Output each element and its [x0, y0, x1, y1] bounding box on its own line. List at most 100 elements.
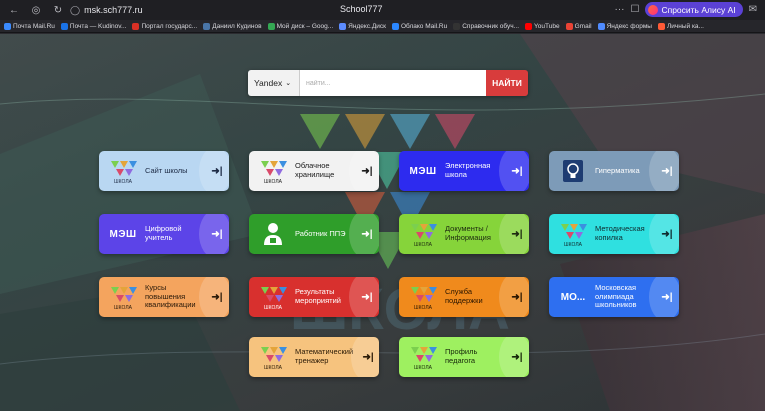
worker-logo [257, 220, 289, 248]
bookmark-item[interactable]: Портал государс... [132, 22, 197, 30]
bookmark-favicon-icon [203, 22, 211, 30]
tile-label: Служба поддержки [445, 287, 483, 305]
enter-arrow-icon: ➜| [511, 291, 523, 303]
tile-link[interactable]: ШКОЛА Сайт школы ➜| [99, 151, 229, 191]
search-button[interactable]: НАЙТИ [486, 70, 528, 96]
tile-label: Сайт школы [145, 165, 188, 175]
mesh-text: МЭШ [109, 228, 137, 240]
bookmark-favicon-icon [657, 22, 665, 30]
bookmark-item[interactable]: Справочник обуч... [453, 22, 520, 30]
tile-link[interactable]: ШКОЛА Документы / Информация ➜| [399, 214, 529, 254]
bookmark-item[interactable]: Яндекс.Диск [339, 22, 386, 30]
tile-enter-button[interactable]: ➜| [499, 151, 529, 191]
school-logo-caption: ШКОЛА [264, 305, 283, 311]
tile-enter-button[interactable]: ➜| [349, 277, 379, 317]
bookmarks-bar: Почта Mail.Ru Почта — Kudinov... Портал го… [0, 20, 765, 33]
bookmark-item[interactable]: Даниил Кудинов [203, 22, 262, 30]
tile-label: Работник ППЭ [295, 228, 346, 238]
bookmark-item[interactable]: Яндекс формы [597, 22, 652, 30]
bookmark-item[interactable]: Облако Mail.Ru [391, 22, 448, 30]
tile-label: Облачное хранилище [295, 161, 335, 179]
back-icon[interactable]: ← [6, 2, 22, 18]
alice-button[interactable]: Спросить Алису AI [645, 2, 743, 17]
search-bar: Yandex ⌄ НАЙТИ [248, 70, 528, 96]
school-logo: ШКОЛА [407, 283, 439, 311]
window-title: School777 [340, 4, 383, 14]
bookmark-favicon-icon [453, 22, 461, 30]
enter-arrow-icon: ➜| [511, 351, 523, 363]
enter-arrow-icon: ➜| [661, 291, 673, 303]
more-icon[interactable]: ··· [614, 4, 624, 15]
tile-enter-button[interactable]: ➜| [649, 151, 679, 191]
tile-enter-button[interactable]: ➜| [351, 337, 379, 377]
tile-enter-button[interactable]: ➜| [349, 151, 379, 191]
tile-label: Курсы повышения квалификации [145, 283, 196, 310]
tile-link[interactable]: ШКОЛА Курсы повышения квалификации ➜| [99, 277, 229, 317]
reload-icon[interactable]: ↻ [50, 2, 66, 18]
tile-enter-button[interactable]: ➜| [649, 214, 679, 254]
profile-icon[interactable]: ◎ [28, 2, 44, 18]
tile-link[interactable]: МЭШ Цифровой учитель ➜| [99, 214, 229, 254]
school-logo-caption: ШКОЛА [264, 179, 283, 185]
bookmark-label: Мой диск – Goog... [276, 22, 334, 30]
tile-link[interactable]: Работник ППЭ ➜| [249, 214, 379, 254]
address-bar[interactable]: ◯ msk.sch777.ru [70, 5, 143, 16]
tile-enter-button[interactable]: ➜| [499, 214, 529, 254]
bookmark-label: YouTube [534, 22, 560, 30]
enter-arrow-icon: ➜| [661, 228, 673, 240]
search-engine-value: Yandex [254, 78, 283, 88]
chat-icon[interactable]: ✉ [749, 4, 757, 15]
bookmark-label: Яндекс формы [606, 22, 652, 30]
bookmark-label: Почта — Kudinov... [69, 22, 127, 30]
tile-link[interactable]: ШКОЛА Служба поддержки ➜| [399, 277, 529, 317]
school-logo: ШКОЛА [257, 157, 289, 185]
enter-arrow-icon: ➜| [211, 228, 223, 240]
tile-label: Московская олимпиада школьников [595, 283, 637, 310]
tile-link[interactable]: ШКОЛА Облачное хранилище ➜| [249, 151, 379, 191]
tile-link[interactable]: Гиперматика ➜| [549, 151, 679, 191]
tile-label: Электронная школа [445, 161, 491, 179]
bookmark-item[interactable]: Личный ка... [657, 22, 704, 30]
tile-label: Результаты мероприятий [295, 287, 341, 305]
bookmark-favicon-icon [60, 22, 68, 30]
school-logo: ШКОЛА [257, 283, 289, 311]
bookmark-favicon-icon [267, 22, 275, 30]
tile-enter-button[interactable]: ➜| [499, 277, 529, 317]
tile-enter-button[interactable]: ➜| [499, 337, 529, 377]
bookmark-item[interactable]: Gmail [565, 22, 592, 30]
bookmark-item[interactable]: Мой диск – Goog... [267, 22, 334, 30]
enter-arrow-icon: ➜| [361, 165, 373, 177]
bookmark-favicon-icon [132, 22, 140, 30]
tile-label: Документы / Информация [445, 224, 491, 242]
search-engine-select[interactable]: Yandex ⌄ [248, 70, 300, 96]
tile-enter-button[interactable]: ➜| [349, 214, 379, 254]
tile-link[interactable]: ШКОЛА Математический тренажер ➜| [249, 337, 379, 377]
address-text: msk.sch777.ru [84, 4, 143, 15]
school-logo-caption: ШКОЛА [564, 242, 583, 248]
bookmark-label: Справочник обуч... [462, 22, 520, 30]
tile-link[interactable]: ШКОЛА Результаты мероприятий ➜| [249, 277, 379, 317]
tile-enter-button[interactable]: ➜| [199, 277, 229, 317]
tile-link[interactable]: МЭШ Электронная школа ➜| [399, 151, 529, 191]
tile-label: Математический тренажер [295, 347, 354, 365]
tile-label: Профиль педагога [445, 347, 478, 365]
mesh-text: МЭШ [409, 165, 437, 177]
bookmark-item[interactable]: Почта Mail.Ru [4, 22, 55, 30]
enter-arrow-icon: ➜| [361, 228, 373, 240]
tile-enter-button[interactable]: ➜| [199, 214, 229, 254]
school-logo: ШКОЛА [257, 343, 289, 371]
tile-enter-button[interactable]: ➜| [649, 277, 679, 317]
tile-link[interactable]: ШКОЛА Профиль педагога ➜| [399, 337, 529, 377]
bookmark-item[interactable]: YouTube [525, 22, 560, 30]
lightbulb-logo [557, 157, 589, 185]
bookmark-icon[interactable]: ☐ [630, 4, 639, 15]
tile-link[interactable]: ШКОЛА Методическая копилка ➜| [549, 214, 679, 254]
school-logo-caption: ШКОЛА [114, 179, 133, 185]
search-input[interactable] [300, 70, 486, 96]
tile-link[interactable]: МО... Московская олимпиада школьников ➜| [549, 277, 679, 317]
bookmark-item[interactable]: Почта — Kudinov... [60, 22, 127, 30]
bookmark-label: Облако Mail.Ru [400, 22, 448, 30]
shield-icon: ◯ [70, 4, 81, 15]
bookmark-label: Gmail [574, 22, 592, 30]
tile-enter-button[interactable]: ➜| [199, 151, 229, 191]
